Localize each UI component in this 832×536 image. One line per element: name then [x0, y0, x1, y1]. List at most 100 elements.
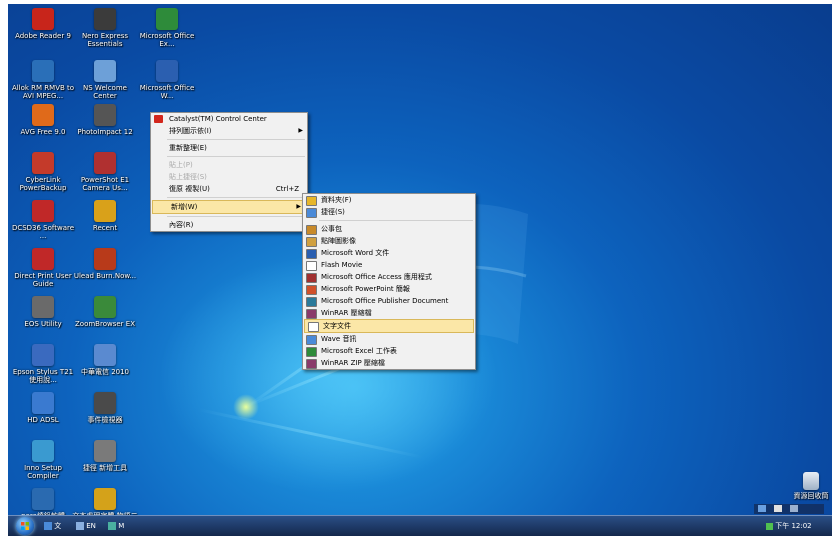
desktop-icon[interactable]: Ulead Burn.Now... — [72, 248, 138, 280]
desktop-icon[interactable]: EOS Utility — [10, 296, 76, 328]
desktop-icon[interactable]: Direct Print User Guide — [10, 248, 76, 288]
new-item[interactable]: 捷徑(S) — [303, 206, 475, 218]
desktop-icon-image — [94, 200, 116, 222]
menu-item-catalyst[interactable]: Catalyst(TM) Control Center — [151, 113, 307, 125]
desktop-context-menu: Catalyst(TM) Control Center 排列圖示依(I) ▶ 重… — [150, 112, 308, 232]
desktop-icon-image — [32, 152, 54, 174]
new-item[interactable]: 文字文件 — [304, 319, 474, 333]
taskbar-item-ime[interactable]: 文 — [44, 519, 61, 533]
desktop-icon[interactable]: HD ADSL — [10, 392, 76, 424]
menu-separator — [319, 220, 473, 221]
desktop-icon[interactable]: Inno Setup Compiler — [10, 440, 76, 480]
windows-logo-icon — [21, 522, 29, 530]
desktop[interactable]: Adobe Reader 9 Nero Express Essentials Mic… — [8, 4, 832, 536]
desktop-icon[interactable]: CyberLink PowerBackup — [10, 152, 76, 192]
menu-item-paste[interactable]: 貼上(P) — [151, 159, 307, 171]
menu-item-refresh[interactable]: 重新整理(E) — [151, 142, 307, 154]
start-button[interactable] — [16, 517, 34, 535]
menu-item-properties[interactable]: 內容(R) — [151, 219, 307, 231]
desktop-icon[interactable]: PowerShot E1 Camera Us... — [72, 152, 138, 192]
ime-icon — [758, 505, 766, 512]
desktop-icon-image — [32, 200, 54, 222]
desktop-icon-image — [94, 344, 116, 366]
menu-separator — [167, 197, 305, 198]
desktop-icon[interactable]: 捷徑 新增工具 — [72, 440, 138, 472]
menu-separator — [167, 156, 305, 157]
desktop-icon[interactable]: NS Welcome Center — [72, 60, 138, 100]
taskbar: 文 EN M 下午 12:02 — [8, 515, 832, 536]
desktop-icon-image — [94, 392, 116, 414]
desktop-icon-image — [32, 296, 54, 318]
desktop-icon-image — [32, 344, 54, 366]
new-item[interactable]: Microsoft PowerPoint 簡報 — [303, 283, 475, 295]
new-item[interactable]: WinRAR ZIP 壓縮檔 — [303, 357, 475, 369]
system-tray[interactable]: 下午 12:02 — [766, 519, 812, 533]
desktop-icon-image — [32, 104, 54, 126]
new-item[interactable]: Microsoft Office Publisher Document — [303, 295, 475, 307]
desktop-icon[interactable]: Allok RM RMVB to AVI MPEG... — [10, 60, 76, 100]
winrar-icon — [306, 309, 317, 319]
desktop-icon-image — [94, 8, 116, 30]
ime-icon — [44, 522, 52, 530]
new-item[interactable]: Flash Movie — [303, 259, 475, 271]
desktop-icon[interactable]: DCSD36 Software ... — [10, 200, 76, 240]
menu-item-paste-shortcut[interactable]: 貼上捷徑(S) — [151, 171, 307, 183]
language-bar[interactable] — [754, 504, 824, 514]
text-file-icon — [308, 322, 319, 332]
new-item[interactable]: 公事包 — [303, 223, 475, 235]
menu-item-arrange-icons[interactable]: 排列圖示依(I) ▶ — [151, 125, 307, 137]
desktop-icon[interactable]: Recent — [72, 200, 138, 232]
new-item[interactable]: WinRAR 壓縮檔 — [303, 307, 475, 319]
taskbar-item-en[interactable]: EN — [76, 519, 96, 533]
new-item[interactable]: Wave 音訊 — [303, 333, 475, 345]
desktop-icon[interactable]: AVG Free 9.0 — [10, 104, 76, 136]
desktop-icon[interactable]: 事件檢視器 — [72, 392, 138, 424]
desktop-icon-image — [32, 488, 54, 510]
menu-separator — [167, 139, 305, 140]
desktop-icon-image — [94, 248, 116, 270]
new-item[interactable]: Microsoft Word 文件 — [303, 247, 475, 259]
new-submenu: 資料夾(F) 捷徑(S) 公事包 點陣圖影像 Microsoft Word 文件 Flas… — [302, 193, 476, 370]
new-item[interactable]: Microsoft Office Access 應用程式 — [303, 271, 475, 283]
folder-icon — [306, 196, 317, 206]
menu-separator — [167, 216, 305, 217]
desktop-icon-image — [94, 152, 116, 174]
desktop-icon[interactable]: ZoomBrowser EX — [72, 296, 138, 328]
desktop-icon-image — [94, 488, 116, 510]
taskbar-item-m[interactable]: M — [108, 519, 124, 533]
desktop-icon[interactable]: Nero Express Essentials — [72, 8, 138, 48]
desktop-icon-image — [156, 8, 178, 30]
desktop-icon-image — [156, 60, 178, 82]
new-item[interactable]: 點陣圖影像 — [303, 235, 475, 247]
bitmap-icon — [306, 237, 317, 247]
publisher-icon — [306, 297, 317, 307]
winrar-zip-icon — [306, 359, 317, 369]
desktop-icon-image — [32, 440, 54, 462]
menu-item-new[interactable]: 新增(W) ▶ — [152, 200, 306, 214]
briefcase-icon — [306, 225, 317, 235]
desktop-icon-image — [32, 248, 54, 270]
desktop-icon[interactable]: Microsoft Office Ex... — [134, 8, 200, 48]
desktop-icon-image — [94, 440, 116, 462]
app-icon — [108, 522, 116, 530]
new-item[interactable]: 資料夾(F) — [303, 194, 475, 206]
desktop-icon[interactable]: Adobe Reader 9 — [10, 8, 76, 40]
shortcut-icon — [306, 208, 317, 218]
submenu-arrow-icon: ▶ — [296, 203, 301, 210]
submenu-arrow-icon: ▶ — [298, 127, 303, 134]
desktop-icon-image — [94, 60, 116, 82]
flash-icon — [306, 261, 317, 271]
menu-item-undo-copy[interactable]: 復原 複製(U) Ctrl+Z — [151, 183, 307, 195]
desktop-icon[interactable]: 中華電信 2010 — [72, 344, 138, 376]
access-icon — [306, 273, 317, 283]
clock: 下午 12:02 — [775, 522, 812, 530]
settings-icon — [790, 505, 798, 512]
desktop-icon[interactable]: PhotoImpact 12 — [72, 104, 138, 136]
ati-icon — [154, 115, 163, 123]
new-item[interactable]: Microsoft Excel 工作表 — [303, 345, 475, 357]
desktop-icon[interactable]: Microsoft Office W... — [134, 60, 200, 100]
desktop-icon[interactable]: Epson Stylus T21 使用說... — [10, 344, 76, 384]
desktop-icon-image — [32, 60, 54, 82]
recycle-bin[interactable]: 資源回收筒 — [778, 472, 832, 500]
recycle-bin-icon — [803, 472, 819, 490]
